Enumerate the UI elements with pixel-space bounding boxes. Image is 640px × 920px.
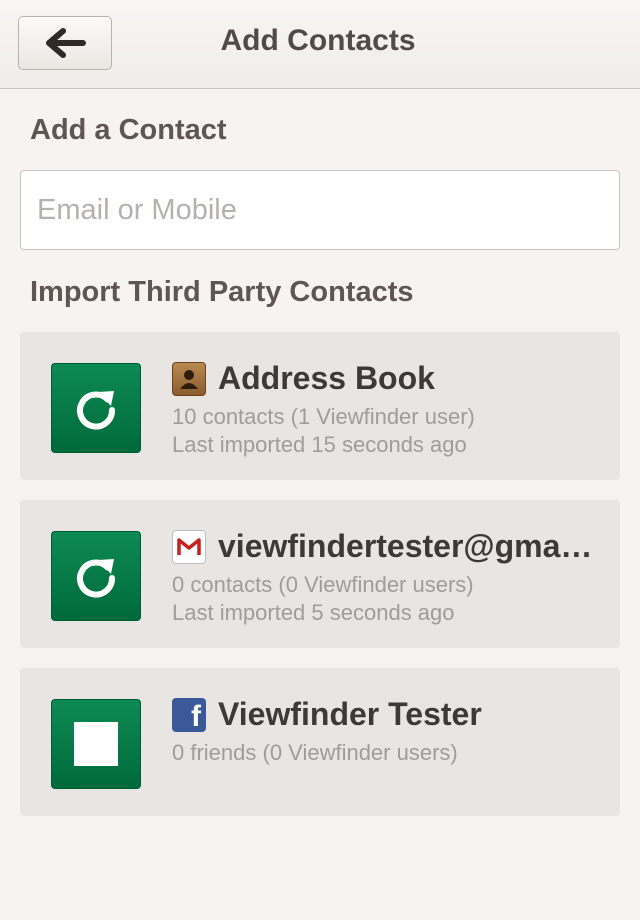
source-name: Viewfinder Tester	[218, 696, 482, 732]
source-count: 10 contacts (1 Viewfinder user)	[172, 404, 475, 429]
source-name: viewfindertester@gmail.com	[218, 528, 598, 564]
import-contacts-heading: Import Third Party Contacts	[30, 276, 414, 308]
add-contact-heading: Add a Contact	[30, 114, 227, 146]
refresh-gmail-button[interactable]	[51, 531, 141, 621]
source-last-imported: Last imported 15 seconds ago	[172, 432, 467, 457]
address-book-icon	[172, 362, 206, 396]
facebook-icon: f	[172, 698, 206, 732]
source-count: 0 contacts (0 Viewfinder users)	[172, 572, 474, 597]
import-source-gmail: viewfindertester@gmail.com 0 contacts (0…	[20, 500, 620, 648]
import-source-facebook: f Viewfinder Tester 0 friends (0 Viewfin…	[20, 668, 620, 816]
nav-header: Add Contacts	[0, 0, 640, 89]
gmail-icon	[172, 530, 206, 564]
refresh-address-book-button[interactable]	[51, 363, 141, 453]
source-count: 0 friends (0 Viewfinder users)	[172, 740, 458, 765]
source-name: Address Book	[218, 360, 435, 396]
import-source-address-book: Address Book 10 contacts (1 Viewfinder u…	[20, 332, 620, 480]
refresh-icon	[77, 559, 116, 598]
stop-icon	[74, 722, 118, 766]
refresh-icon	[77, 391, 116, 430]
stop-facebook-import-button[interactable]	[51, 699, 141, 789]
page-title: Add Contacts	[220, 24, 416, 57]
source-last-imported: Last imported 5 seconds ago	[172, 600, 455, 625]
email-or-mobile-input[interactable]	[20, 170, 620, 250]
